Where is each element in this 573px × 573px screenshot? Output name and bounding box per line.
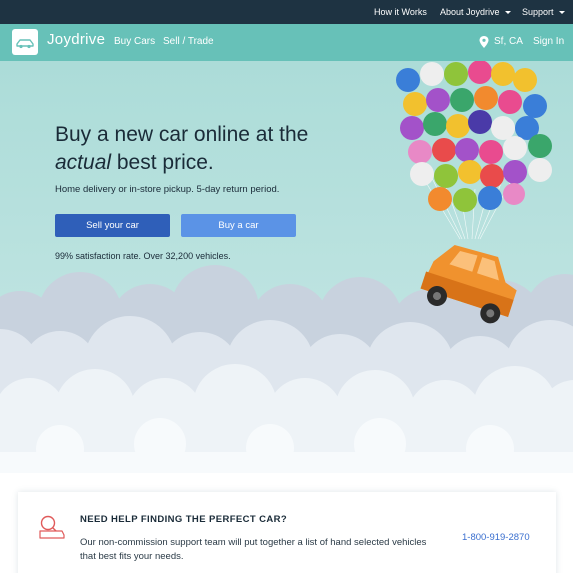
top-utility-bar: How it Works About Joydrive Support xyxy=(0,0,573,24)
how-it-works-link[interactable]: How it Works xyxy=(374,0,427,24)
support-phone-link[interactable]: 1-800-919-2870 xyxy=(462,532,530,543)
about-label: About Joydrive xyxy=(440,7,500,17)
headline-part-2: best price. xyxy=(111,151,214,174)
map-pin-icon xyxy=(479,36,489,48)
help-card-body: Our non-commission support team will put… xyxy=(80,537,427,562)
car-search-icon xyxy=(39,515,65,539)
logo-button[interactable] xyxy=(12,29,38,55)
headline-part-1: Buy a new car online at the xyxy=(55,123,309,146)
car-logo-icon xyxy=(16,39,34,49)
hero-subline: Home delivery or in-store pickup. 5-day … xyxy=(55,184,280,195)
help-card-title: NEED HELP FINDING THE PERFECT CAR? xyxy=(80,514,288,525)
nav-buy-cars[interactable]: Buy Cars xyxy=(114,36,155,47)
sign-in-link[interactable]: Sign In xyxy=(533,36,564,47)
chevron-down-icon xyxy=(504,11,511,15)
help-card: NEED HELP FINDING THE PERFECT CAR? Our n… xyxy=(18,492,556,573)
main-nav-bar: Joydrive Buy Cars Sell / Trade Sf, CA Si… xyxy=(0,24,573,61)
sell-your-car-button[interactable]: Sell your car xyxy=(55,214,170,237)
support-label: Support xyxy=(522,7,554,17)
brand-name[interactable]: Joydrive xyxy=(47,31,105,48)
hero-illustration xyxy=(0,24,573,473)
hero-headline: Buy a new car online at the actual best … xyxy=(55,121,355,177)
chevron-down-icon xyxy=(558,11,565,15)
hero-stats: 99% satisfaction rate. Over 32,200 vehic… xyxy=(55,251,231,261)
location-selector[interactable]: Sf, CA xyxy=(494,36,523,47)
buy-a-car-button[interactable]: Buy a car xyxy=(181,214,296,237)
nav-sell-trade[interactable]: Sell / Trade xyxy=(163,36,214,47)
hero-section xyxy=(0,24,573,473)
about-dropdown[interactable]: About Joydrive xyxy=(440,0,511,24)
headline-emphasis: actual xyxy=(55,151,112,174)
support-dropdown[interactable]: Support xyxy=(522,0,565,24)
